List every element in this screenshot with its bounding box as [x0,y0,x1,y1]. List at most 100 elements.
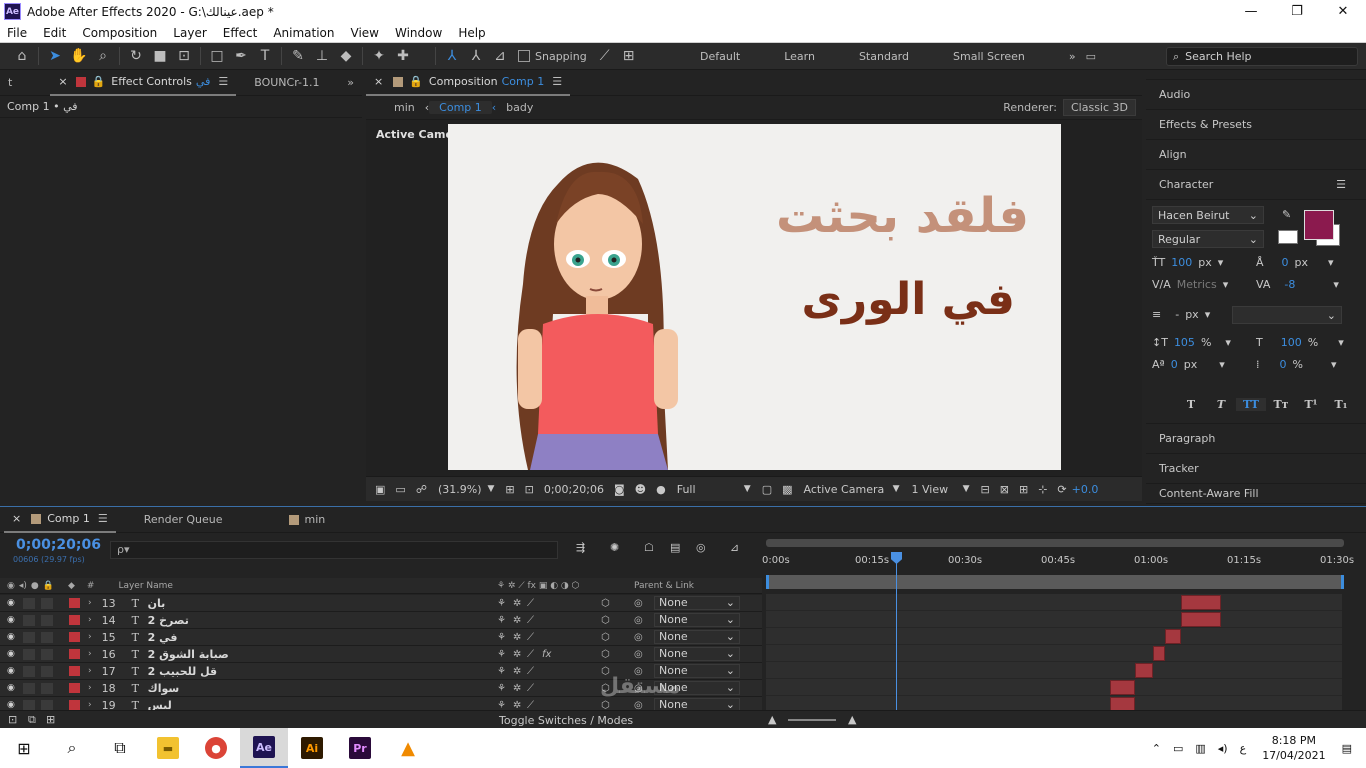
layer-label-color[interactable] [69,683,80,693]
pick-whip-icon[interactable]: ◎ [634,598,643,609]
eye-icon[interactable]: ◉ [7,649,17,659]
fill-color-swatch[interactable] [1304,210,1334,240]
3d-layer-icon[interactable]: ⬡ [601,649,610,660]
small-caps-button[interactable]: Tт [1266,398,1296,411]
parent-select[interactable]: None ⌄ [654,664,740,678]
type-tool-icon[interactable]: T [253,45,277,67]
selection-tool-icon[interactable]: ➤ [43,45,67,67]
3d-layer-icon[interactable]: ⬡ [601,666,610,677]
panel-menu-icon[interactable]: ☰ [98,512,108,525]
pen-tool-icon[interactable]: ✒ [229,45,253,67]
horizontal-scale-value[interactable]: 100 [1281,336,1302,349]
timeline-tracks[interactable] [766,594,1342,714]
layer-name[interactable]: صبابة الشوق 2 [148,648,478,661]
layer-duration-bar[interactable] [1165,629,1181,644]
solo-toggle[interactable] [41,648,53,660]
panel-audio[interactable]: Audio [1146,80,1366,110]
faux-italic-button[interactable]: T [1206,398,1236,411]
renderer-select[interactable]: Classic 3D [1062,99,1136,116]
notifications-icon[interactable]: ▤ [1342,742,1352,755]
collapse-switch-icon[interactable]: ✲ [513,683,521,694]
shy-switch-icon[interactable]: ⚘ [497,700,506,711]
motion-blur-icon[interactable]: ◎ [696,541,706,554]
eye-icon[interactable]: ◉ [7,598,17,608]
timeline-zoom-slider[interactable] [788,719,836,721]
layer-label-color[interactable] [69,598,80,608]
snapping-toggle[interactable]: Snapping [518,50,587,63]
fx-icon[interactable]: fx [542,649,551,660]
workspace-learn[interactable]: Learn [784,50,815,63]
parent-select[interactable]: None ⌄ [654,596,740,610]
3d-layer-icon[interactable]: ⬡ [601,632,610,643]
layer-duration-bar[interactable] [1180,595,1222,610]
layer-label-color[interactable] [69,700,80,710]
table-row[interactable]: ◉ › 13 T بان ⚘ ✲ ⟋ ⬡ ◎ None ⌄ [0,595,762,612]
collapse-switch-icon[interactable]: ✲ [513,632,521,643]
tab-project[interactable]: t [0,70,20,96]
snap-features-icon[interactable]: ⊞ [617,45,641,67]
toggle-switches-modes-button[interactable]: Toggle Switches / Modes [499,714,633,727]
crumb-bady[interactable]: bady [496,101,543,114]
subscript-button[interactable]: T₁ [1326,398,1356,411]
collapse-switch-icon[interactable]: ✲ [513,700,521,711]
layer-duration-bar[interactable] [1134,663,1154,678]
tracking-value[interactable]: -8 [1284,278,1295,291]
hand-tool-icon[interactable]: ✋ [67,45,91,67]
audio-toggle[interactable] [23,614,35,626]
volume-icon[interactable]: ◂) [1218,742,1228,755]
snap-edges-icon[interactable]: ⟋ [593,45,617,67]
layer-label-color[interactable] [69,666,80,676]
vertical-scale-value[interactable]: 105 [1174,336,1195,349]
zoom-in-icon[interactable]: ▲ [848,713,856,726]
collapse-switch-icon[interactable]: ✲ [513,598,521,609]
title-text-line-1[interactable]: فلقد بحثت [776,188,1029,244]
stroke-width-control[interactable]: ≡ - px ▾ [1152,308,1210,321]
close-icon[interactable]: × [374,75,383,88]
layer-label-color[interactable] [69,615,80,625]
quality-switch-icon[interactable]: ⟋ [527,683,534,694]
pick-whip-icon[interactable]: ◎ [634,632,643,643]
baseline-shift-value[interactable]: 0 [1171,358,1178,371]
current-time-display[interactable]: 0;00;20;06 [16,537,101,553]
sync-settings-icon[interactable]: ▭ [1086,50,1096,63]
tracking-control[interactable]: VA -8 ▾ [1256,278,1339,291]
3d-layer-icon[interactable]: ⬡ [601,598,610,609]
timeline-icon[interactable]: ⊞ [1019,483,1028,496]
eye-icon[interactable]: ◉ [7,615,17,625]
vertical-scale-control[interactable]: ↕T 105% ▾ [1152,336,1231,349]
file-explorer-icon[interactable]: ▬ [144,728,192,768]
baseline-shift-control[interactable]: Aª 0 px ▾ [1152,358,1225,371]
layer-name[interactable]: في 2 [148,631,478,644]
taskbar-illustrator[interactable]: Ai [288,728,336,768]
chrome-icon[interactable]: ● [192,728,240,768]
camera-select[interactable]: Active Camera ▼ [804,483,900,496]
pick-whip-icon[interactable]: ◎ [634,666,643,677]
chevron-up-icon[interactable]: ⌃ [1152,742,1161,755]
brush-tool-icon[interactable]: ✎ [286,45,310,67]
resolution-select[interactable]: Full ▼ [677,483,751,496]
3d-layer-icon[interactable]: ⬡ [601,683,610,694]
tab-effect-controls[interactable]: × 🔒 Effect Controls في ☰ [50,70,237,96]
panel-character-header[interactable]: Character ☰ [1146,170,1366,200]
region-of-interest-icon[interactable]: ▢ [762,483,772,496]
font-size-control[interactable]: ŤT 100 px ▾ [1152,256,1223,269]
tab-composition[interactable]: × 🔒 Composition Comp 1 ☰ [366,70,571,96]
panel-menu-icon[interactable]: ☰ [1336,178,1346,191]
show-snapshot-icon[interactable]: ☻ [635,483,646,496]
solo-toggle[interactable] [41,699,53,711]
camera-tool-icon[interactable]: ■ [148,45,172,67]
comp-mini-flowchart-icon[interactable]: ⇶ [576,541,585,554]
shy-switch-icon[interactable]: ⚘ [497,632,506,643]
composition-canvas[interactable]: فلقد بحثت في الورى [448,124,1061,470]
tsume-control[interactable]: ⁞ 0% ▾ [1256,358,1336,371]
search-icon[interactable]: ⌕ [48,728,96,768]
shy-switch-icon[interactable]: ⚘ [497,615,506,626]
quality-switch-icon[interactable]: ⟋ [527,666,534,677]
menu-composition[interactable]: Composition [75,26,166,40]
clone-stamp-tool-icon[interactable]: ⊥ [310,45,334,67]
fit-icon[interactable]: ⊞ [505,483,514,496]
menu-file[interactable]: File [0,26,36,40]
layer-label-color[interactable] [69,632,80,642]
layer-name[interactable]: سواك [148,682,478,695]
collapse-switch-icon[interactable]: ✲ [513,666,521,677]
